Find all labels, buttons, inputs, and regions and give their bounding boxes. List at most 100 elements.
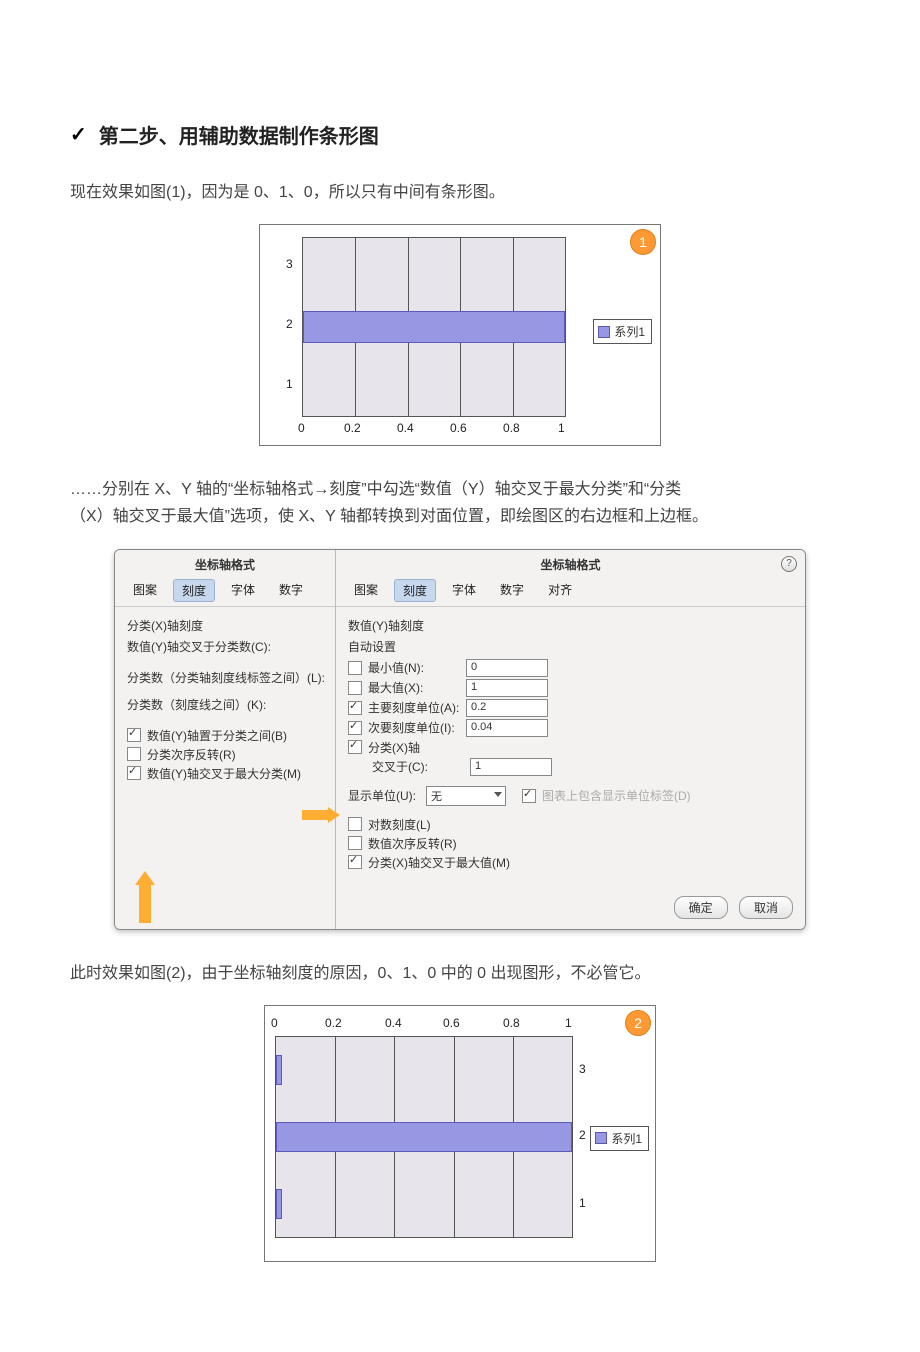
tab-align[interactable]: 对齐	[540, 579, 580, 602]
xtick: 0.8	[503, 421, 520, 435]
checkbox-label: 数值(Y)轴置于分类之间(B)	[147, 727, 287, 744]
select-unit[interactable]: 无	[426, 786, 506, 806]
xtick: 0.6	[450, 421, 467, 435]
cross-row-b: 交叉于(C): 1	[348, 758, 795, 776]
tab-scale[interactable]: 刻度	[173, 579, 215, 602]
plot-inner-1	[303, 238, 565, 416]
plot-area-1	[302, 237, 566, 417]
step-heading: ✓ 第二步、用辅助数据制作条形图	[70, 120, 850, 149]
dialog-title-right: 坐标轴格式	[336, 550, 805, 577]
max-row: 最大值(X): 1	[348, 679, 795, 697]
checkbox-auto-minor[interactable]	[348, 721, 362, 735]
tab-pattern[interactable]: 图案	[346, 579, 386, 602]
tab-font[interactable]: 字体	[444, 579, 484, 602]
checkbox-auto-major[interactable]	[348, 701, 362, 715]
xtick: 0	[298, 421, 305, 435]
checkbox-auto-max[interactable]	[348, 681, 362, 695]
button-bar: 确定 取消	[666, 896, 793, 919]
checkbox-row[interactable]: 数值(Y)轴交叉于最大分类(M)	[127, 765, 325, 782]
legend-label: 系列1	[611, 1130, 642, 1147]
checkbox-label: 数值次序反转(R)	[368, 835, 457, 852]
ytick: 1	[286, 377, 293, 391]
field-label: 主要刻度单位(A):	[368, 699, 460, 716]
tabs-left: 图案 刻度 字体 数字	[115, 577, 335, 607]
plot-inner-2	[276, 1037, 572, 1237]
section-label: 数值(Y)轴刻度	[348, 617, 795, 634]
checkbox-x-cross-max[interactable]	[348, 855, 362, 869]
field-label: 分类数（分类轴刻度线标签之间）(L):	[127, 669, 325, 686]
paragraph-2a: ……分别在 X、Y 轴的“坐标轴格式→刻度”中勾选“数值（Y）轴交叉于最大分类”…	[70, 476, 850, 503]
xtick: 0.2	[325, 1016, 342, 1030]
input-max[interactable]: 1	[466, 679, 548, 697]
dialog-title-left: 坐标轴格式	[115, 550, 335, 577]
cancel-button[interactable]: 取消	[739, 896, 793, 919]
bar-series1-cat3	[276, 1055, 282, 1085]
checkbox-auto-cross[interactable]	[348, 740, 362, 754]
legend-1: 系列1	[593, 319, 652, 344]
field-label: 显示单位(U):	[348, 787, 420, 804]
cross-row-a: 分类(X)轴	[348, 739, 795, 756]
paragraph-2b: （X）轴交叉于最大值”选项，使 X、Y 轴都转换到对面位置，即绘图区的右边框和上…	[70, 503, 850, 530]
field-label: 最大值(X):	[368, 679, 460, 696]
xtick: 0.6	[443, 1016, 460, 1030]
checkbox-row[interactable]: 数值(Y)轴置于分类之间(B)	[127, 727, 325, 744]
auto-label: 自动设置	[348, 638, 795, 655]
field-label: 数值(Y)轴交叉于分类数(C):	[127, 638, 325, 655]
axis-format-dialogs: 坐标轴格式 图案 刻度 字体 数字 分类(X)轴 刻度 数值(Y)轴交叉于分类数(…	[114, 549, 806, 930]
xtick: 1	[558, 421, 565, 435]
tab-number[interactable]: 数字	[271, 579, 311, 602]
checkbox-unit-label[interactable]	[522, 789, 536, 803]
field-label: 次要刻度单位(I):	[368, 719, 460, 736]
checkbox-reverse-categories[interactable]	[127, 747, 141, 761]
badge-1: 1	[630, 229, 656, 255]
checkbox-reverse-values[interactable]	[348, 836, 362, 850]
ytick: 3	[579, 1062, 586, 1076]
input-minor[interactable]: 0.04	[466, 719, 548, 737]
checkbox-row[interactable]: 分类次序反转(R)	[127, 746, 325, 763]
tab-pattern[interactable]: 图案	[125, 579, 165, 602]
ytick: 2	[286, 317, 293, 331]
ok-button[interactable]: 确定	[674, 896, 728, 919]
minor-row: 次要刻度单位(I): 0.04	[348, 719, 795, 737]
help-icon[interactable]: ?	[781, 556, 797, 572]
legend-swatch	[595, 1132, 607, 1144]
min-row: 最小值(N): 0	[348, 659, 795, 677]
heading-text: 第二步、用辅助数据制作条形图	[99, 120, 379, 149]
dialog-y-axis: ? 坐标轴格式 图案 刻度 字体 数字 对齐 数值(Y)轴刻度 自动设置 最小值…	[336, 550, 805, 929]
legend-swatch	[598, 326, 610, 338]
major-row: 主要刻度单位(A): 0.2	[348, 699, 795, 717]
xtick: 0.8	[503, 1016, 520, 1030]
tab-font[interactable]: 字体	[223, 579, 263, 602]
checkbox-between-categories[interactable]	[127, 728, 141, 742]
display-unit-row: 显示单位(U): 无 图表上包含显示单位标签(D)	[348, 786, 795, 806]
checkbox-label-dim: 图表上包含显示单位标签(D)	[542, 787, 691, 804]
dialog-body-right: 数值(Y)轴刻度 自动设置 最小值(N): 0 最大值(X): 1 主要刻度单位…	[336, 607, 805, 879]
input-major[interactable]: 0.2	[466, 699, 548, 717]
checkbox-auto-min[interactable]	[348, 661, 362, 675]
checkbox-y-cross-max-category[interactable]	[127, 766, 141, 780]
input-min[interactable]: 0	[466, 659, 548, 677]
paragraph-1: 现在效果如图(1)，因为是 0、1、0，所以只有中间有条形图。	[70, 179, 850, 206]
xtick: 1	[565, 1016, 572, 1030]
legend-2: 系列1	[590, 1126, 649, 1151]
orange-arrow-up-icon	[135, 871, 155, 923]
checkbox-label: 对数刻度(L)	[368, 816, 431, 833]
log-row[interactable]: 对数刻度(L)	[348, 816, 795, 833]
checkbox-log[interactable]	[348, 817, 362, 831]
xtick: 0.4	[397, 421, 414, 435]
xtick: 0.2	[344, 421, 361, 435]
tab-scale[interactable]: 刻度	[394, 579, 436, 602]
check-icon: ✓	[70, 122, 87, 147]
x-cross-max-row[interactable]: 分类(X)轴交叉于最大值(M)	[348, 854, 795, 871]
chart-figure-1: 1 3 2 1 0 0.2 0.4 0.6 0.8 1 系列1	[259, 224, 661, 446]
chart-figure-2: 2 0 0.2 0.4 0.6 0.8 1 3 2 1 系列1	[264, 1005, 656, 1262]
field-label: 交叉于(C):	[372, 758, 464, 775]
bar-series1-cat2	[303, 311, 565, 343]
input-cross[interactable]: 1	[470, 758, 552, 776]
checkbox-label: 数值(Y)轴交叉于最大分类(M)	[147, 765, 301, 782]
tab-number[interactable]: 数字	[492, 579, 532, 602]
reverse-row[interactable]: 数值次序反转(R)	[348, 835, 795, 852]
ytick: 1	[579, 1196, 586, 1210]
field-label: 最小值(N):	[368, 659, 460, 676]
bar-series1-cat2	[276, 1122, 572, 1152]
